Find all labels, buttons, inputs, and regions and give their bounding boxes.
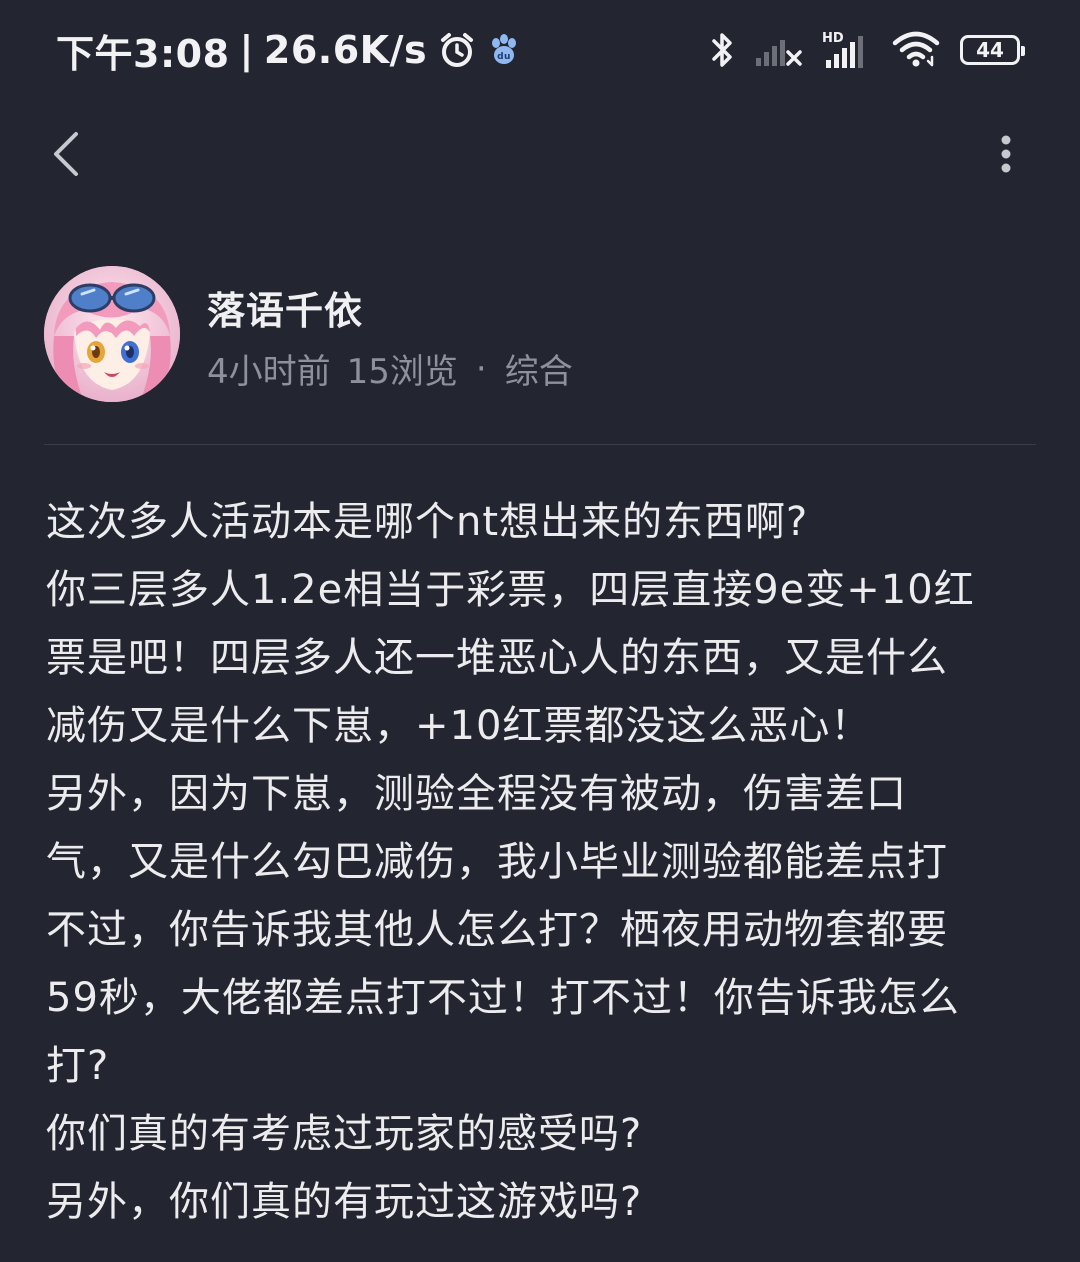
battery-level: 44 — [976, 38, 1004, 62]
post-line: 这次多人活动本是哪个nt想出来的东西啊? — [46, 499, 809, 545]
status-bar: 下午3:08 | 26.6K/s du HD 44 — [0, 0, 1080, 100]
author-name[interactable]: 落语千依 — [207, 280, 363, 335]
post-time: 4小时前 — [207, 352, 331, 392]
post-line: 59秒，大佬都差点打不过！打不过！你告诉我怎么 — [46, 975, 960, 1021]
status-left: 下午3:08 | 26.6K/s du — [56, 24, 521, 76]
baidu-paw-icon: du — [487, 33, 521, 67]
signal-hd-icon: HD — [822, 30, 872, 70]
battery-icon: 44 — [960, 35, 1025, 65]
avatar[interactable] — [44, 266, 180, 402]
post-line: 票是吧！四层多人还一堆恶心人的东西，又是什么 — [46, 635, 948, 681]
status-time: 下午3:08 — [56, 31, 230, 76]
post-line: 气，又是什么勾巴减伤，我小毕业测验都能差点打 — [46, 839, 948, 885]
svg-text:du: du — [497, 52, 511, 62]
post-category[interactable]: 综合 — [505, 344, 573, 393]
more-options-button[interactable] — [976, 126, 1036, 186]
post-line: 打? — [46, 1043, 110, 1089]
post-line: 不过，你告诉我其他人怎么打？栖夜用动物套都要 — [46, 907, 948, 953]
divider — [44, 444, 1036, 445]
network-speed: 26.6K/s — [263, 28, 428, 72]
chevron-left-icon — [48, 130, 84, 182]
status-right: HD 44 — [708, 26, 1025, 74]
meta-dot: · — [475, 348, 487, 389]
post-meta: 4小时前 15浏览 · 综合 — [207, 344, 573, 393]
post-body: 这次多人活动本是哪个nt想出来的东西啊? 你三层多人1.2e相当于彩票，四层直接… — [46, 488, 1036, 1236]
view-count: 15浏览 — [346, 352, 458, 392]
status-separator: | — [239, 28, 254, 72]
back-button[interactable] — [36, 126, 96, 186]
more-vertical-icon — [1000, 134, 1012, 178]
svg-text:HD: HD — [822, 31, 844, 46]
alarm-icon — [437, 30, 477, 70]
bluetooth-icon — [708, 30, 736, 70]
signal-no-sim-icon — [756, 32, 802, 68]
post-line: 另外，因为下崽，测验全程没有被动，伤害差口 — [46, 771, 907, 817]
post-line: 你三层多人1.2e相当于彩票，四层直接9e变+10红 — [46, 567, 975, 613]
post-line: 另外，你们真的有玩过这游戏吗? — [46, 1179, 643, 1225]
post-line: 你们真的有考虑过玩家的感受吗? — [46, 1111, 643, 1157]
post-line: 减伤又是什么下崽，+10红票都没这么恶心！ — [46, 703, 872, 749]
wifi-icon — [892, 31, 940, 69]
